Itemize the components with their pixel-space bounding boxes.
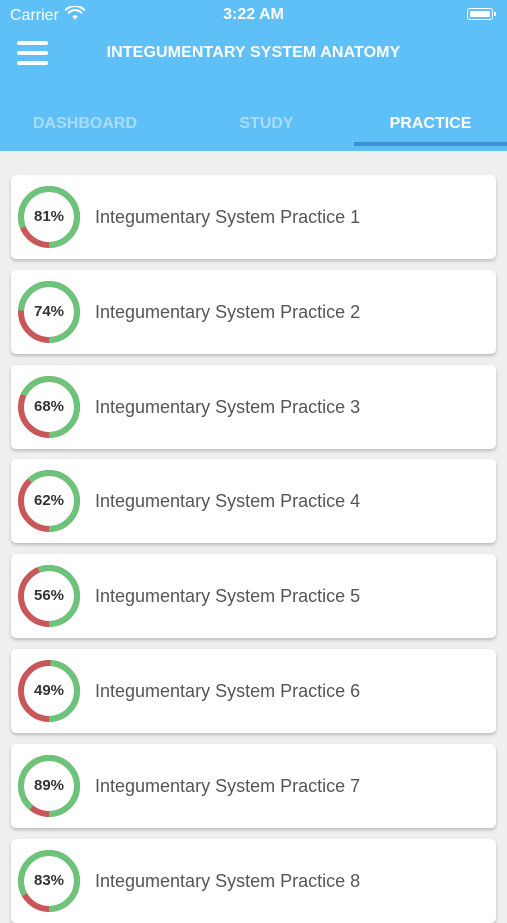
status-bar: Carrier 3:22 AM [0, 0, 507, 30]
app-header: Carrier 3:22 AM INTEGUMENTARY SYSTEM ANA… [0, 0, 507, 151]
practice-card[interactable]: 89% Integumentary System Practice 7 [11, 743, 496, 828]
practice-card[interactable]: 74% Integumentary System Practice 2 [11, 269, 496, 354]
practice-card[interactable]: 83% Integumentary System Practice 8 [11, 838, 496, 923]
score-percent: 81% [33, 208, 65, 225]
score-percent: 83% [33, 871, 65, 889]
active-tab-indicator [354, 142, 507, 146]
practice-title: Integumentary System Practice 7 [95, 775, 361, 796]
score-ring-chart: 81% [17, 185, 81, 249]
practice-title: Integumentary System Practice 4 [95, 491, 361, 512]
practice-card[interactable]: 49% Integumentary System Practice 6 [11, 649, 496, 733]
hamburger-menu-icon[interactable] [17, 40, 49, 66]
practice-title: Integumentary System Practice 5 [95, 586, 361, 607]
status-time: 3:22 AM [223, 6, 284, 23]
score-ring-chart: 56% [17, 564, 81, 628]
score-percent: 89% [33, 776, 65, 794]
score-percent: 56% [33, 587, 65, 605]
page-title: INTEGUMENTARY SYSTEM ANATOMY [106, 44, 401, 61]
practice-card[interactable]: 62% Integumentary System Practice 4 [11, 459, 496, 544]
practice-title: Integumentary System Practice 6 [95, 681, 361, 701]
practice-title: Integumentary System Practice 2 [95, 301, 361, 322]
practice-card[interactable]: 56% Integumentary System Practice 5 [11, 554, 496, 639]
practice-title: Integumentary System Practice 1 [95, 207, 361, 227]
score-percent: 74% [33, 302, 65, 320]
practice-card[interactable]: 68% Integumentary System Practice 3 [11, 364, 496, 449]
score-ring-chart: 62% [17, 469, 81, 533]
score-ring-chart: 83% [17, 849, 81, 913]
practice-title: Integumentary System Practice 8 [95, 870, 361, 891]
score-ring-chart: 89% [17, 754, 81, 818]
score-percent: 62% [33, 492, 65, 510]
score-percent: 49% [33, 682, 65, 699]
practice-card[interactable]: 81% Integumentary System Practice 1 [11, 175, 496, 259]
tab-study[interactable]: STUDY [185, 106, 348, 151]
score-ring-chart: 49% [17, 659, 81, 723]
battery-icon [467, 8, 496, 20]
tab-dashboard[interactable]: DASHBOARD [0, 106, 170, 151]
score-ring-chart: 68% [17, 375, 81, 439]
practice-title: Integumentary System Practice 3 [95, 396, 361, 417]
score-percent: 68% [33, 397, 65, 415]
score-ring-chart: 74% [17, 280, 81, 344]
